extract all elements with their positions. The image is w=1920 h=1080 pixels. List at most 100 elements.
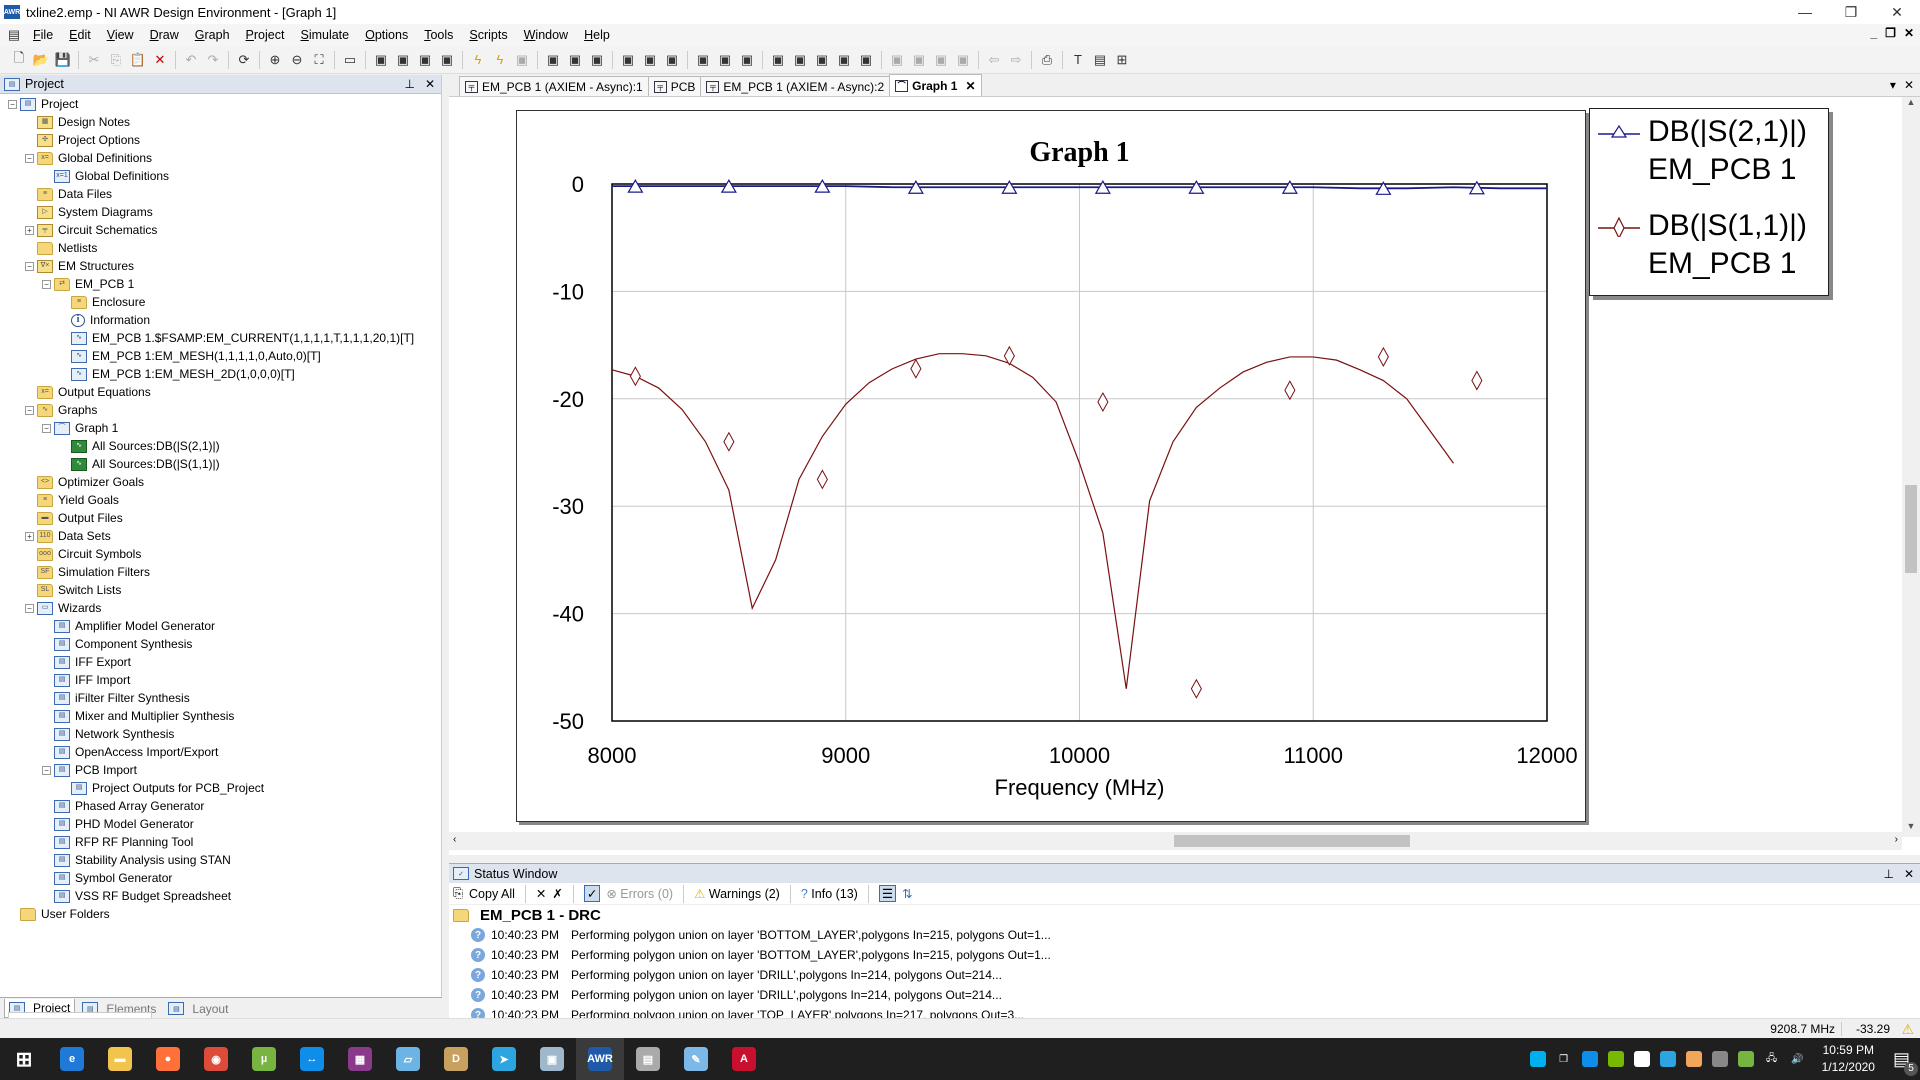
add-schematic-icon[interactable]: ▣: [371, 50, 391, 70]
redo-icon[interactable]: ↷: [203, 50, 223, 70]
tree-item[interactable]: Netlists: [0, 239, 441, 257]
layout-icon[interactable]: ⊞: [1112, 50, 1132, 70]
menu-graph[interactable]: Graph: [187, 24, 238, 46]
network-tray-icon[interactable]: 🖧: [1763, 1051, 1780, 1067]
menu-options[interactable]: Options: [357, 24, 416, 46]
tree-item[interactable]: − ⌒ Graph 1: [0, 419, 441, 437]
collapse-icon[interactable]: −: [42, 765, 51, 775]
status-message[interactable]: ? 10:40:23 PM Performing polygon union on …: [449, 985, 1920, 1005]
scroll-right-icon[interactable]: ›: [1895, 834, 1898, 845]
tree-item[interactable]: − x= Global Definitions: [0, 149, 441, 167]
security-tray-icon[interactable]: [1633, 1051, 1650, 1067]
undo-icon[interactable]: ↶: [181, 50, 201, 70]
errors-filter-button[interactable]: ⊗ Errors (0): [606, 886, 673, 901]
zoom-in-icon[interactable]: ⊕: [265, 50, 285, 70]
simulate-icon[interactable]: ϟ: [468, 50, 488, 70]
tree-item[interactable]: ▤ Component Synthesis: [0, 635, 441, 653]
marker-icon[interactable]: ▣: [587, 50, 607, 70]
menu-scripts[interactable]: Scripts: [461, 24, 515, 46]
tree-item[interactable]: − ∇× EM Structures: [0, 257, 441, 275]
scroll-left-icon[interactable]: ‹: [453, 834, 456, 845]
restore-button[interactable]: ❐: [1828, 0, 1874, 24]
copy-all-button[interactable]: Copy All: [469, 887, 515, 901]
doc-tab[interactable]: ⌒ Graph 1 ✕: [889, 74, 982, 96]
tree-item[interactable]: <> Optimizer Goals: [0, 473, 441, 491]
close-tab-icon[interactable]: ✕: [965, 79, 975, 93]
taskbar-app-d[interactable]: D: [432, 1038, 480, 1080]
tree-item[interactable]: ▬ Output Files: [0, 509, 441, 527]
tree-item[interactable]: ▷ System Diagrams: [0, 203, 441, 221]
tree-item[interactable]: ▤ RFP RF Planning Tool: [0, 833, 441, 851]
tree-item[interactable]: User Folders: [0, 905, 441, 923]
forward-icon[interactable]: ⇨: [1006, 50, 1026, 70]
tree-item[interactable]: − ∿ Graphs: [0, 401, 441, 419]
refresh-icon[interactable]: ⟳: [234, 50, 254, 70]
tree-item[interactable]: i Information: [0, 311, 441, 329]
taskbar-monitor-app[interactable]: ▣: [528, 1038, 576, 1080]
horizontal-scrollbar[interactable]: ‹ ›: [449, 832, 1902, 850]
graph-chart[interactable]: Graph 1 8000 9000 10000 11000 12000 0 -10 -20 -30…: [517, 111, 1587, 823]
tree-item[interactable]: ∿ All Sources:DB(|S(2,1)|): [0, 437, 441, 455]
warning-icon[interactable]: ⚠: [1901, 1021, 1914, 1038]
taskbar-acrobat[interactable]: A: [720, 1038, 768, 1080]
taskbar-paint[interactable]: ✎: [672, 1038, 720, 1080]
collapse-icon[interactable]: −: [25, 603, 34, 613]
vertical-marker-icon[interactable]: ▣: [856, 50, 876, 70]
collapse-icon[interactable]: −: [25, 153, 34, 163]
taskbar-firefox[interactable]: ●: [144, 1038, 192, 1080]
vertical-scrollbar[interactable]: ▲ ▼: [1902, 97, 1920, 837]
print-icon[interactable]: ⎙: [1037, 50, 1057, 70]
tree-item[interactable]: − ▤ PCB Import: [0, 761, 441, 779]
telegram-tray-icon[interactable]: [1659, 1051, 1676, 1067]
taskbar-printer-app[interactable]: ▤: [624, 1038, 672, 1080]
clock[interactable]: 10:59 PM 1/12/2020: [1822, 1042, 1875, 1076]
horizontal-scroll-thumb[interactable]: [1174, 835, 1410, 847]
scroll-down-icon[interactable]: ▼: [1902, 821, 1920, 837]
weather-tray-icon[interactable]: [1685, 1051, 1702, 1067]
save-icon[interactable]: 💾: [53, 50, 73, 70]
panel-close-icon[interactable]: ✕: [425, 77, 435, 91]
menu-simulate[interactable]: Simulate: [292, 24, 357, 46]
taskbar-teamviewer[interactable]: ↔: [288, 1038, 336, 1080]
menu-help[interactable]: Help: [576, 24, 618, 46]
tree-item[interactable]: − ▭ Wizards: [0, 599, 441, 617]
options-icon[interactable]: ▣: [640, 50, 660, 70]
status-close-icon[interactable]: ✕: [1904, 867, 1914, 881]
collapse-icon[interactable]: −: [42, 279, 51, 289]
new-icon[interactable]: 🗋: [9, 50, 29, 70]
tree-item[interactable]: ≡ Enclosure: [0, 293, 441, 311]
tree-item[interactable]: ▤ Stability Analysis using STAN: [0, 851, 441, 869]
properties-icon[interactable]: ▣: [662, 50, 682, 70]
tree-item[interactable]: − ▤ Project: [0, 95, 441, 113]
clear-icon[interactable]: ✕: [536, 886, 546, 901]
collapse-icon[interactable]: −: [42, 423, 51, 433]
search-marker-icon[interactable]: ▣: [931, 50, 951, 70]
pin-icon[interactable]: ⊥: [404, 77, 414, 91]
skype-tray-icon[interactable]: [1529, 1051, 1546, 1067]
filter-toggle-icon[interactable]: ✓: [583, 885, 601, 902]
step-icon[interactable]: ▣: [512, 50, 532, 70]
text-icon[interactable]: T: [1068, 50, 1088, 70]
status-message[interactable]: ? 10:40:23 PM Performing polygon union on …: [449, 945, 1920, 965]
tree-item[interactable]: ≡ Data Files: [0, 185, 441, 203]
tab-close-icon[interactable]: ✕: [1904, 78, 1914, 92]
menu-view[interactable]: View: [99, 24, 142, 46]
tree-item[interactable]: ∿ EM_PCB 1:EM_MESH_2D(1,0,0,0)[T]: [0, 365, 441, 383]
sort-icon[interactable]: ⇅: [902, 886, 912, 901]
app-tray-icon[interactable]: [1711, 1051, 1728, 1067]
taskbar-edge[interactable]: e: [48, 1038, 96, 1080]
legend-entry-s11[interactable]: DB(|S(1,1)|) EM_PCB 1: [1598, 207, 1807, 283]
collapse-icon[interactable]: −: [25, 261, 34, 271]
tree-item[interactable]: ∿ EM_PCB 1.$FSAMP:EM_CURRENT(1,1,1,1,T,1,…: [0, 329, 441, 347]
mdi-minimize-button[interactable]: _: [1870, 26, 1877, 40]
back-icon[interactable]: ⇦: [984, 50, 1004, 70]
tree-item[interactable]: +110 Data Sets: [0, 527, 441, 545]
volume-tray-icon[interactable]: 🔊: [1789, 1051, 1806, 1067]
utorrent-tray-icon[interactable]: [1737, 1051, 1754, 1067]
taskbar-utorrent[interactable]: µ: [240, 1038, 288, 1080]
scroll-up-icon[interactable]: ▲: [1902, 97, 1920, 113]
tree-item[interactable]: ▤ Symbol Generator: [0, 869, 441, 887]
tree-item[interactable]: ▤ Amplifier Model Generator: [0, 617, 441, 635]
tab-list-icon[interactable]: ▾: [1890, 78, 1896, 92]
taskbar-awr[interactable]: AWR: [576, 1038, 624, 1080]
